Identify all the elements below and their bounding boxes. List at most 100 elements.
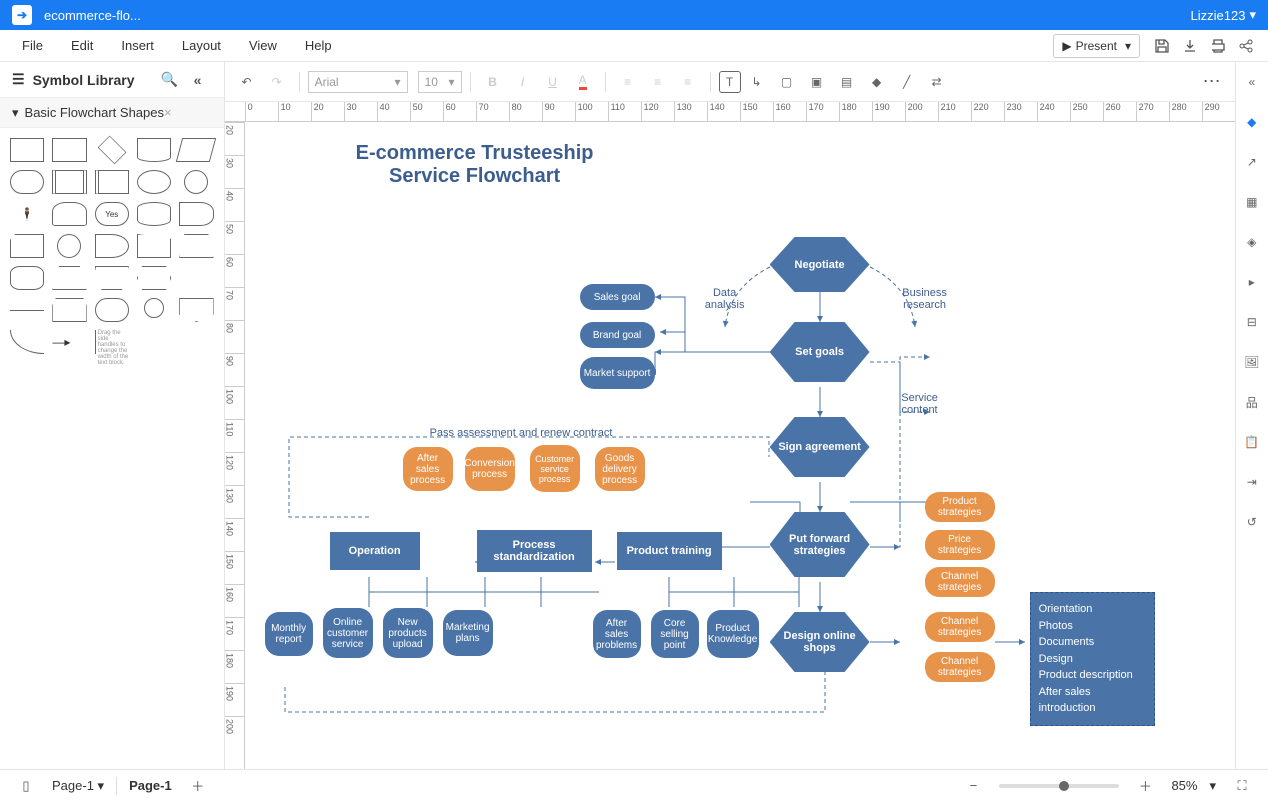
italic-button[interactable]: I [509, 68, 537, 96]
align-dist-button[interactable]: ≡ [674, 68, 702, 96]
shape-arrow[interactable]: —▸ [52, 330, 86, 354]
shape-database[interactable] [137, 202, 171, 226]
node-design[interactable]: Design online shops [770, 612, 870, 672]
zoom-value[interactable]: 85% [1171, 778, 1197, 793]
node-setgoals[interactable]: Set goals [770, 322, 870, 382]
zoom-out-button[interactable]: − [963, 776, 983, 796]
node-marketing[interactable]: Marketing plans [443, 610, 493, 656]
ungroup-button[interactable]: ▤ [833, 68, 861, 96]
group-button[interactable]: ▣ [803, 68, 831, 96]
node-monthly[interactable]: Monthly report [265, 612, 313, 656]
line-button[interactable]: ╱ [893, 68, 921, 96]
size-select[interactable]: 10▾ [418, 71, 462, 93]
print-icon[interactable] [1208, 36, 1228, 56]
slide-panel-icon[interactable]: ▸ [1240, 270, 1264, 294]
search-icon[interactable]: 🔍 [160, 70, 180, 90]
shape-small[interactable] [144, 298, 164, 318]
share-icon[interactable] [1236, 36, 1256, 56]
shape-terminator[interactable] [10, 170, 44, 194]
node-process[interactable]: Process standardization [477, 530, 592, 572]
category-header[interactable]: ▾ Basic Flowchart Shapes × [0, 98, 224, 128]
shape-delay[interactable] [95, 234, 129, 258]
shape-ellipse[interactable] [137, 170, 171, 194]
shape-yes[interactable]: Yes [95, 202, 129, 226]
align-left-button[interactable]: ≡ [614, 68, 642, 96]
menu-file[interactable]: File [8, 32, 57, 59]
shape-pill[interactable] [95, 298, 129, 322]
font-select[interactable]: Arial▾ [308, 71, 408, 93]
node-pricestrat[interactable]: Price strategies [925, 530, 995, 560]
text-color-button[interactable]: A [569, 68, 597, 96]
shape-line[interactable] [10, 310, 44, 311]
node-prodknow[interactable]: Product Knowledge [707, 610, 759, 658]
layers-panel-icon[interactable]: ◈ [1240, 230, 1264, 254]
clipboard-panel-icon[interactable]: 📋 [1240, 430, 1264, 454]
shape-process2[interactable] [52, 138, 86, 162]
fill-button[interactable]: ◆ [863, 68, 891, 96]
shape-stored[interactable] [95, 170, 129, 194]
node-prodstrat[interactable]: Product strategies [925, 492, 995, 522]
add-page-button[interactable]: ＋ [188, 776, 208, 796]
bold-button[interactable]: B [479, 68, 507, 96]
arrow-style-button[interactable]: ⇄ [923, 68, 951, 96]
outline-icon[interactable]: ▯ [16, 776, 36, 796]
node-core[interactable]: Core selling point [651, 610, 699, 658]
node-chanstrat2[interactable]: Channel strategies [925, 612, 995, 642]
grid-panel-icon[interactable]: ▦ [1240, 190, 1264, 214]
shape-document[interactable] [137, 138, 171, 162]
shape-decision[interactable] [97, 136, 126, 165]
shape-actor2[interactable] [52, 202, 86, 226]
shape-predefined[interactable] [52, 170, 86, 194]
shape-trap2[interactable] [95, 266, 129, 290]
menu-edit[interactable]: Edit [57, 32, 107, 59]
page-dropdown[interactable]: Page-1 ▾ [52, 778, 104, 794]
shape-card[interactable] [10, 234, 44, 258]
node-conversion[interactable]: Conversion process [465, 447, 515, 491]
user-menu[interactable]: Lizzie123▾ [1191, 7, 1256, 23]
shape-arc[interactable] [10, 330, 44, 354]
shape-offpage[interactable] [52, 298, 86, 322]
node-market[interactable]: Market support [580, 357, 655, 389]
menu-view[interactable]: View [235, 32, 291, 59]
zoom-in-button[interactable]: ＋ [1135, 776, 1155, 796]
shape-empty[interactable] [179, 266, 213, 290]
redo-button[interactable]: ↷ [263, 68, 291, 96]
text-tool-button[interactable]: T [719, 71, 741, 93]
export-panel-icon[interactable]: ↗ [1240, 150, 1264, 174]
shape-annotation[interactable]: Drag the side handles to change the widt… [95, 330, 129, 354]
node-chanstrat[interactable]: Channel strategies [925, 567, 995, 597]
node-negotiate[interactable]: Negotiate [770, 237, 870, 292]
shape-manual[interactable] [137, 234, 171, 258]
canvas[interactable]: E-commerce Trusteeship Service Flowchart… [245, 122, 1235, 769]
present-button[interactable]: ▶Present▾ [1053, 34, 1140, 58]
zoom-slider[interactable] [999, 784, 1119, 788]
shape-circle[interactable] [57, 234, 81, 258]
shape-data[interactable] [176, 138, 217, 162]
align-center-button[interactable]: ≡ [644, 68, 672, 96]
node-operation[interactable]: Operation [330, 532, 420, 570]
tree-panel-icon[interactable]: 品 [1240, 390, 1264, 414]
shape-display[interactable] [179, 202, 213, 226]
save-icon[interactable] [1152, 36, 1172, 56]
shape-button[interactable]: ▢ [773, 68, 801, 96]
connector-button[interactable]: ↳ [743, 68, 771, 96]
shape-prep[interactable] [137, 266, 171, 290]
shape-actor[interactable]: 🕴 [10, 202, 44, 226]
shape-offpage2[interactable] [179, 298, 213, 322]
node-online[interactable]: Online customer service [323, 608, 373, 658]
expand-icon[interactable]: « [1240, 70, 1264, 94]
collapse-icon[interactable]: « [188, 70, 208, 90]
underline-button[interactable]: U [539, 68, 567, 96]
node-aftersales2[interactable]: After sales problems [593, 610, 641, 658]
shape-trap[interactable] [52, 266, 86, 290]
fullscreen-button[interactable]: ⛶ [1232, 776, 1252, 796]
shape-tape[interactable] [10, 266, 44, 290]
more-button[interactable]: ⋯ [1199, 68, 1227, 96]
node-training[interactable]: Product training [617, 532, 722, 570]
node-aftersales[interactable]: After sales process [403, 447, 453, 491]
fill-panel-icon[interactable]: ◆ [1240, 110, 1264, 134]
shape-connector[interactable] [184, 170, 208, 194]
page-tab[interactable]: Page-1 [129, 778, 172, 793]
node-customer[interactable]: Customer service process [530, 445, 580, 492]
menu-help[interactable]: Help [291, 32, 346, 59]
